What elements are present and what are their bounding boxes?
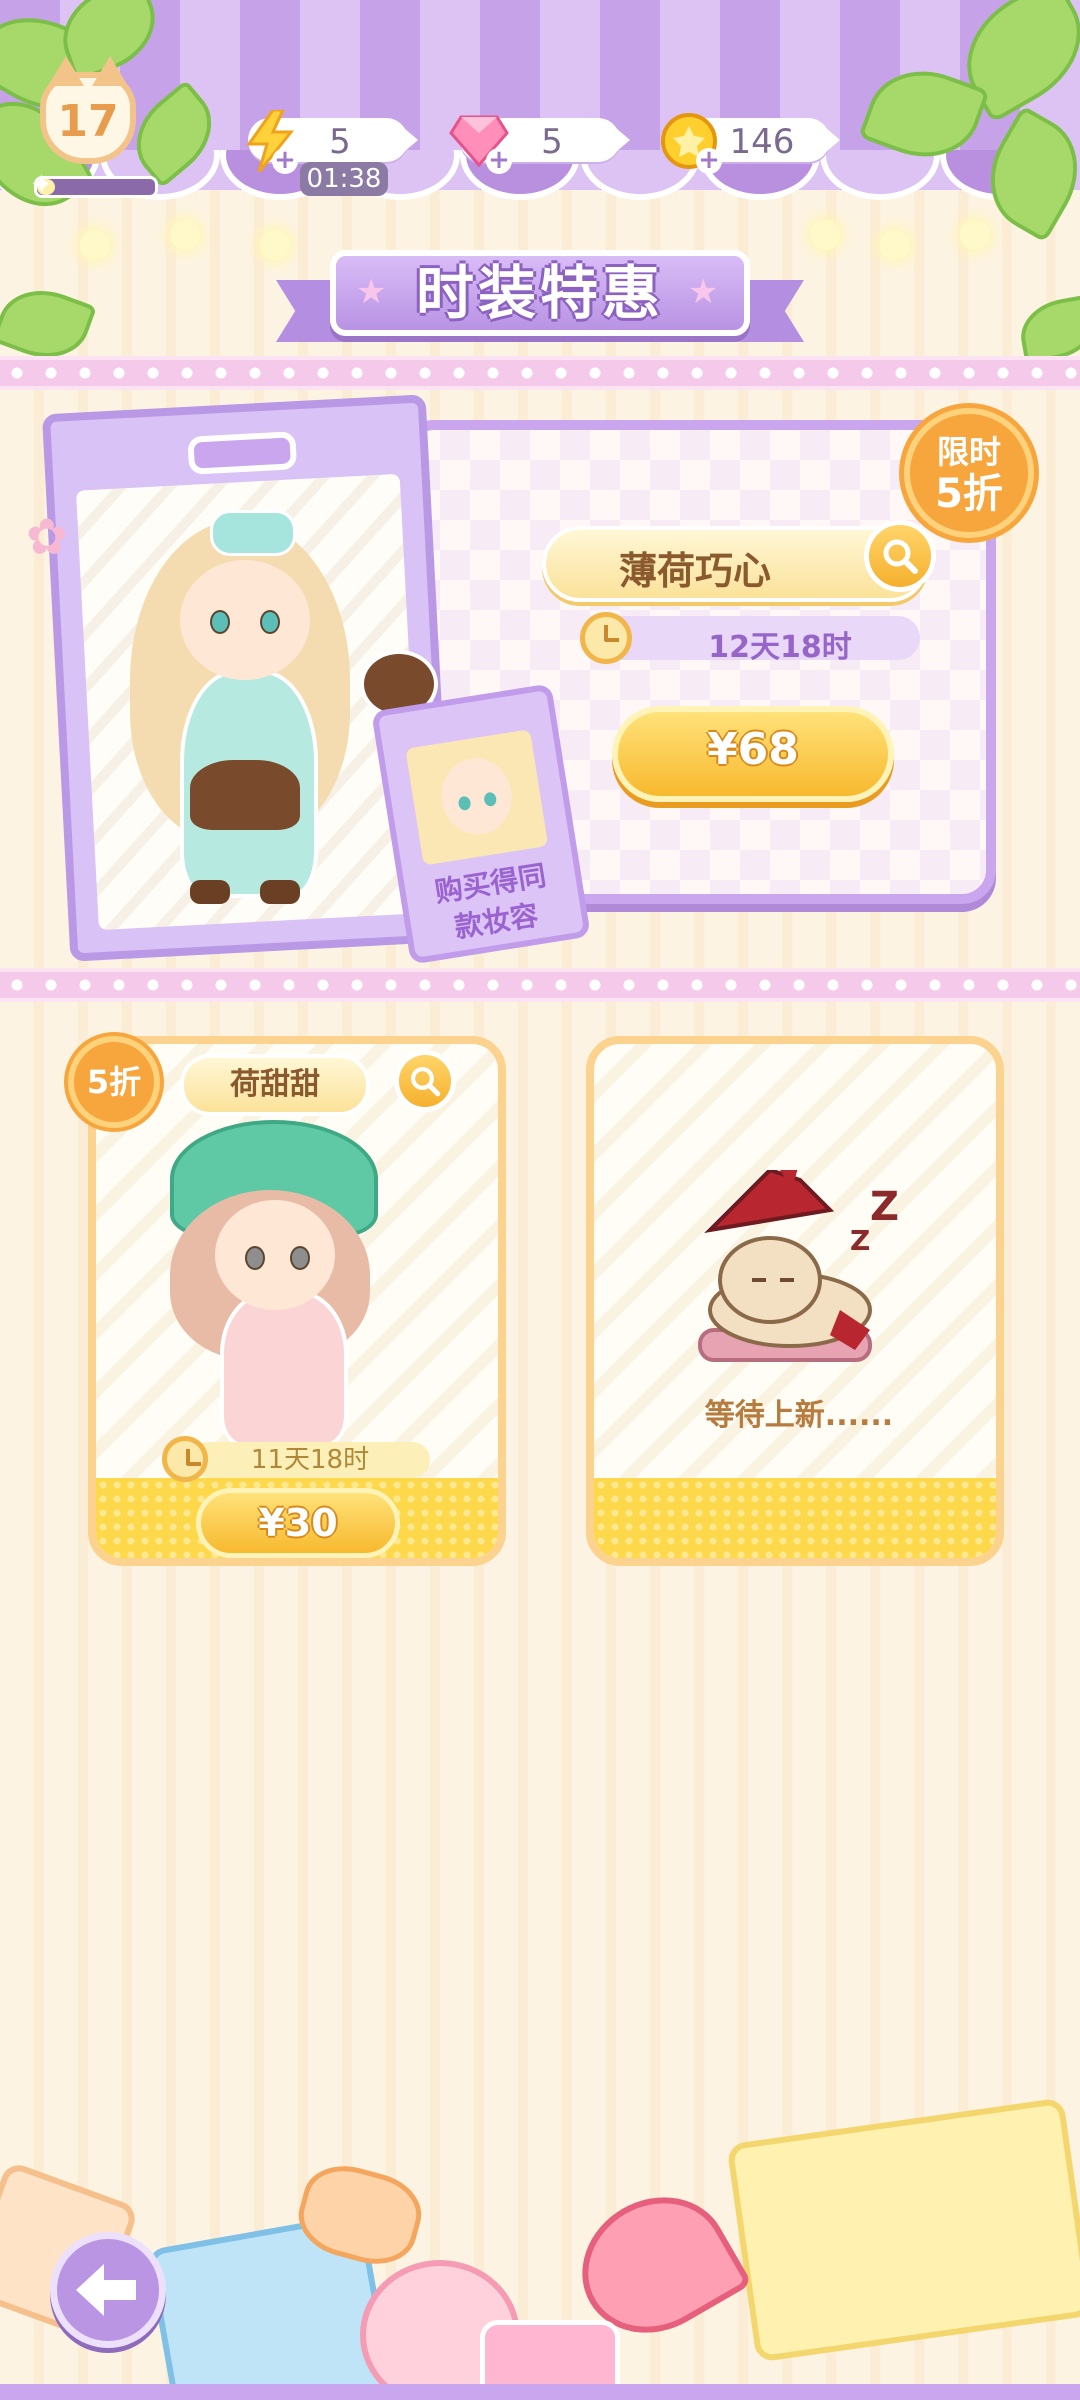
outfit-card-1-sale-badge: 5折 — [68, 1036, 160, 1128]
outfit-card-1-preview-button[interactable] — [394, 1050, 456, 1112]
page-title: 时装特惠 — [415, 259, 664, 327]
featured-outfit-name: 薄荷巧心 — [618, 549, 771, 593]
outfit-card-1-badge-text: 5折 — [86, 1063, 142, 1101]
search-icon — [883, 539, 918, 574]
clock-icon — [580, 612, 632, 664]
flower-icon: ✿ — [26, 508, 68, 566]
clock-icon — [162, 1436, 208, 1482]
featured-character-image — [110, 500, 438, 920]
svg-text:Z: Z — [850, 1224, 870, 1257]
star-icon: ★ — [356, 272, 387, 312]
coming-soon-text: 等待上新...... — [704, 1398, 894, 1433]
featured-time-left: 12天18时 — [708, 630, 852, 665]
search-icon — [410, 1066, 441, 1097]
level-badge[interactable]: 17 — [40, 56, 136, 164]
energy-value: 5 — [329, 122, 351, 162]
gem-add-icon[interactable]: + — [486, 147, 512, 174]
outfit-card-1-name: 荷甜甜 — [180, 1054, 370, 1116]
outfit-card-1-time-left: 11天18时 — [190, 1442, 430, 1478]
outfit-card-1-character-image — [150, 1120, 410, 1448]
featured-price: ¥68 — [707, 724, 799, 775]
coin-add-icon[interactable]: + — [696, 147, 722, 174]
limited-sale-badge: 限时 5折 — [904, 408, 1034, 538]
gem-value: 5 — [541, 122, 563, 162]
sale-badge-line2: 5折 — [935, 471, 1003, 517]
svg-text:Z: Z — [870, 1184, 899, 1230]
ribbon-divider-bottom — [0, 968, 1080, 1002]
makeup-face-icon — [405, 729, 549, 866]
outfit-card-1-buy-button[interactable]: ¥30 — [196, 1488, 400, 1558]
featured-preview-button[interactable] — [864, 520, 936, 592]
sleeping-cat-icon: Z Z — [680, 1160, 920, 1380]
back-arrow-icon — [76, 2264, 136, 2316]
featured-timer: 12天18时 — [600, 616, 920, 665]
energy-timer: 01:38 — [300, 162, 388, 196]
star-icon: ★ — [688, 272, 719, 312]
page-banner: 时装特惠 ★ ★ — [276, 250, 804, 354]
sale-badge-line1: 限时 — [936, 433, 1001, 471]
xp-star-icon: ✦ — [30, 168, 54, 201]
back-button[interactable] — [50, 2232, 166, 2348]
coin-value: 146 — [729, 122, 795, 162]
level-number: 17 — [57, 96, 119, 147]
featured-buy-button[interactable]: ¥68 — [612, 706, 894, 802]
ribbon-divider-top — [0, 356, 1080, 390]
energy-add-icon[interactable]: + — [272, 147, 298, 174]
